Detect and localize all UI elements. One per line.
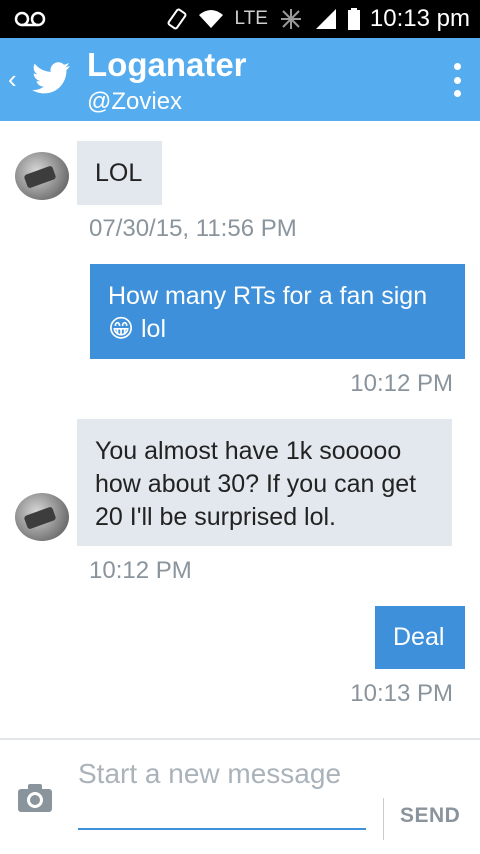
avatar[interactable] [15, 152, 69, 200]
data-activity-icon [280, 9, 301, 29]
avatar[interactable] [15, 493, 69, 541]
message-bubble-outgoing[interactable]: How many RTs for a fan sign 😁 lol [90, 264, 465, 359]
message-timestamp: 10:13 PM [350, 680, 453, 707]
message-timestamp: 07/30/15, 11:56 PM [89, 215, 297, 242]
conversation-title: Loganater [87, 46, 247, 83]
battery-icon [347, 8, 360, 30]
rotate-icon [168, 8, 187, 30]
app-bar: ‹ Loganater @Zoviex [0, 38, 480, 121]
message-bubble-outgoing[interactable]: Deal [375, 606, 465, 669]
message-timestamp: 10:12 PM [89, 557, 192, 584]
back-chevron-icon[interactable]: ‹ [8, 64, 17, 95]
message-text: Deal [393, 623, 445, 651]
send-button[interactable]: SEND [400, 804, 460, 828]
overflow-menu-icon[interactable] [454, 63, 462, 97]
signal-icon [315, 9, 336, 29]
message-text: You almost have 1k sooooo how about 30? … [95, 437, 417, 531]
network-type: LTE [234, 8, 268, 29]
message-bubble-incoming[interactable]: You almost have 1k sooooo how about 30? … [77, 419, 452, 546]
wifi-icon [199, 10, 224, 28]
conversation-handle: @Zoviex [87, 88, 183, 115]
message-composer: SEND [0, 738, 480, 854]
twitter-bird-icon[interactable] [32, 62, 72, 96]
divider [383, 798, 384, 840]
message-bubble-incoming[interactable]: LOL [77, 141, 162, 205]
message-timestamp: 10:12 PM [350, 370, 453, 397]
voicemail-icon [14, 11, 46, 27]
camera-icon[interactable] [18, 784, 52, 812]
clock: 10:13 pm [369, 5, 470, 32]
message-text: LOL [95, 159, 143, 187]
message-text: How many RTs for a fan sign 😁 lol [108, 282, 428, 343]
status-bar: LTE 10:13 pm [0, 0, 480, 38]
message-input[interactable] [78, 756, 366, 830]
